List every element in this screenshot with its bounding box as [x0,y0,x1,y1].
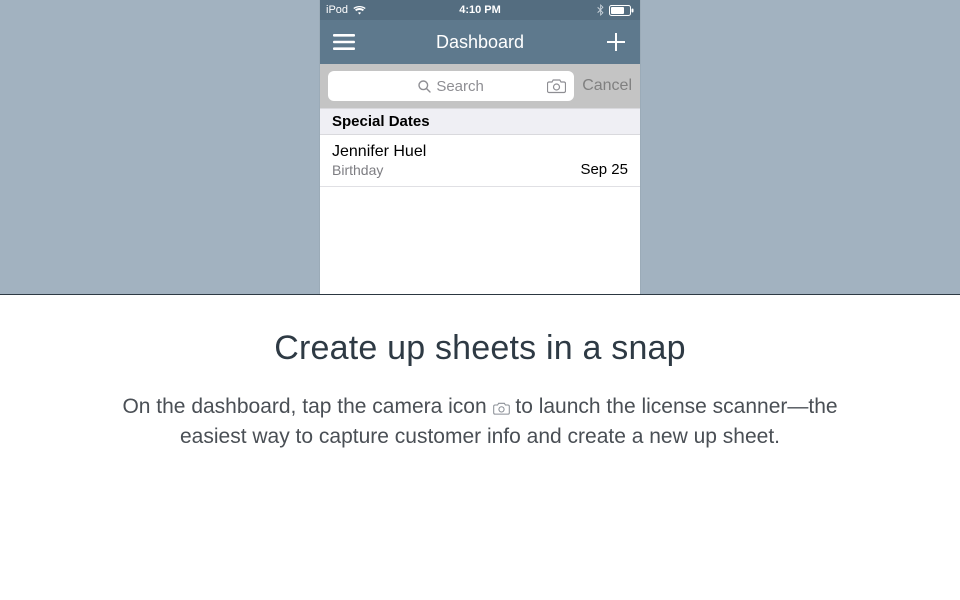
row-date: Sep 25 [580,161,628,178]
search-placeholder: Search [436,78,484,95]
device-label: iPod [326,4,348,16]
row-primary: Jennifer Huel [332,143,426,161]
search-bar: Search Cancel [320,64,640,108]
camera-icon[interactable] [547,79,566,94]
search-icon [418,80,431,93]
cancel-button[interactable]: Cancel [582,77,632,95]
phone-mock: iPod 4:10 PM [320,0,640,294]
row-secondary: Birthday [332,162,426,178]
camera-icon [493,402,510,415]
menu-icon[interactable] [332,30,356,54]
nav-bar: Dashboard [320,20,640,64]
marketing-copy: Create up sheets in a snap On the dashbo… [0,295,960,600]
headline: Create up sheets in a snap [80,329,880,368]
battery-icon [609,5,634,16]
add-button[interactable] [604,30,628,54]
search-input[interactable]: Search [328,71,574,101]
wifi-icon [353,6,366,15]
hero-backdrop: iPod 4:10 PM [0,0,960,294]
body-copy: On the dashboard, tap the camera icon to… [110,392,850,453]
clock: 4:10 PM [459,4,501,16]
page-title: Dashboard [436,32,524,53]
section-header: Special Dates [320,108,640,135]
status-bar: iPod 4:10 PM [320,0,640,20]
bluetooth-icon [597,4,604,16]
list-item[interactable]: Jennifer Huel Birthday Sep 25 [320,135,640,187]
